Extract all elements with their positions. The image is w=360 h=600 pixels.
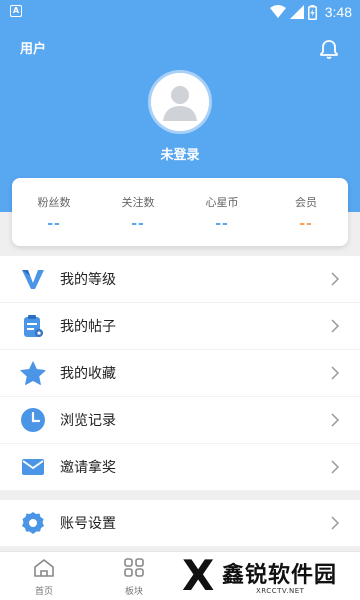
stat-following[interactable]: 关注数 -- [96,178,180,246]
menu-item-posts[interactable]: 我的帖子 [0,303,360,350]
menu-item-label: 浏览记录 [60,413,116,429]
watermark-name: 鑫锐软件园 [222,563,338,588]
stat-value: -- [47,216,61,232]
bell-icon[interactable] [318,38,340,60]
v-level-icon [20,266,46,292]
stat-label: 会员 [295,196,317,209]
status-bar: A 3:48 [0,0,360,24]
status-time: 3:48 [324,4,352,20]
menu-item-label: 我的帖子 [60,319,116,335]
signal-icon [289,5,304,19]
star-icon [20,360,46,386]
menu-item-label: 账号设置 [60,516,116,532]
tab-label: 板块 [124,587,143,597]
watermark: X 鑫锐软件园 XRCCTV.NET [182,553,360,600]
clock-icon [20,407,46,433]
stat-label: 粉丝数 [37,196,71,209]
app-notification-icon: A [10,5,22,17]
settings-list: 账号设置 [0,500,360,547]
menu-item-account-settings[interactable]: 账号设置 [0,500,360,547]
home-icon [34,559,54,577]
watermark-logo-icon: X [182,551,215,600]
stat-value: -- [299,216,313,232]
grid-icon [124,558,144,577]
mail-icon [20,454,46,480]
watermark-url: XRCCTV.NET [256,587,305,595]
menu-item-history[interactable]: 浏览记录 [0,397,360,444]
menu-item-level[interactable]: 我的等级 [0,256,360,303]
stats-card: 粉丝数 -- 关注数 -- 心星币 -- 会员 -- [12,178,348,246]
menu-item-favorites[interactable]: 我的收藏 [0,350,360,397]
clipboard-icon [20,313,46,339]
default-user-icon [151,73,209,131]
menu-list: 我的等级 我的帖子 我的收藏 浏览记录 邀请拿奖 [0,256,360,491]
menu-item-label: 我的等级 [60,272,116,288]
page-title: 用户 [20,42,47,57]
login-status[interactable]: 未登录 [0,144,360,163]
stat-value: -- [131,216,145,232]
menu-item-label: 邀请拿奖 [60,460,116,476]
tab-home[interactable]: 首页 [24,558,64,597]
chevron-right-icon [331,366,340,380]
chevron-right-icon [331,460,340,474]
stat-label: 心星币 [205,196,239,209]
stat-label: 关注数 [121,196,155,209]
chevron-right-icon [331,319,340,333]
status-icons: 3:48 [269,3,352,21]
chevron-right-icon [331,516,340,530]
stat-membership[interactable]: 会员 -- [264,178,348,246]
stat-fans[interactable]: 粉丝数 -- [12,178,96,246]
stat-value: -- [215,216,229,232]
menu-item-invite[interactable]: 邀请拿奖 [0,444,360,491]
stat-coins[interactable]: 心星币 -- [180,178,264,246]
tab-boards[interactable]: 板块 [114,558,154,597]
menu-item-label: 我的收藏 [60,366,116,382]
avatar[interactable] [148,70,212,134]
wifi-icon [269,5,286,18]
chevron-right-icon [331,272,340,286]
tab-label: 首页 [34,587,53,597]
battery-icon [307,4,317,20]
chevron-right-icon [331,413,340,427]
gear-icon [20,510,46,536]
